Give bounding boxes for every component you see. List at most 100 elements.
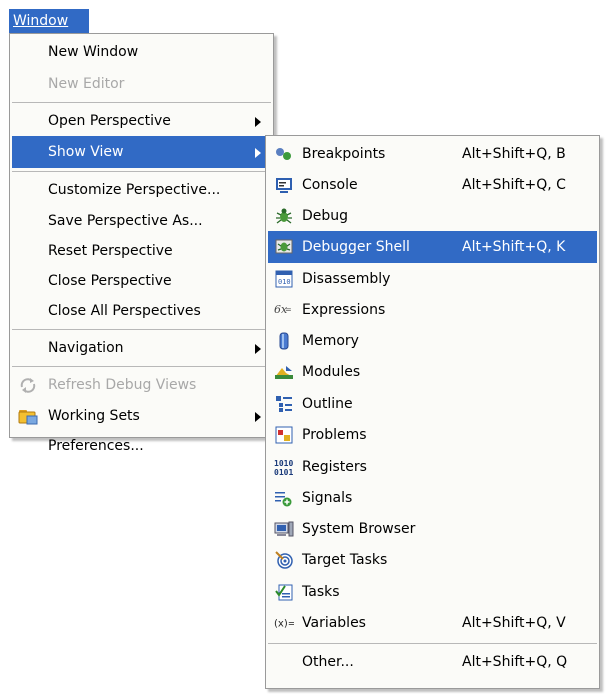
show-view-submenu: Breakpoints Alt+Shift+Q, B Console Alt+S… [265,135,600,689]
debug-icon [274,206,294,226]
view-item-label: Memory [302,333,359,349]
signals-icon [274,488,294,508]
view-item-label: Disassembly [302,271,391,287]
console-icon [274,175,294,195]
menu-item-refresh-debug-views: Refresh Debug Views [12,369,271,401]
view-item-breakpoints[interactable]: Breakpoints Alt+Shift+Q, B [268,138,597,170]
menu-item-label: Save Perspective As... [48,213,203,229]
menu-item-preferences[interactable]: Preferences... [12,430,271,462]
folder-icon [18,406,38,426]
tasks-icon [274,582,294,602]
shortcut-label: Alt+Shift+Q, Q [462,654,568,670]
menu-separator [12,329,271,330]
shortcut-label: Alt+Shift+Q, K [462,239,566,255]
menu-item-open-perspective[interactable]: Open Perspective [12,105,271,137]
view-item-label: System Browser [302,521,416,537]
menu-item-navigation[interactable]: Navigation [12,332,271,364]
view-item-modules[interactable]: Modules [268,356,597,388]
view-item-registers[interactable]: 1010 0101 Registers [268,451,597,483]
svg-text:1010: 1010 [274,459,293,468]
breakpoints-icon [274,144,294,164]
shortcut-label: Alt+Shift+Q, B [462,146,566,162]
view-item-debugger-shell[interactable]: Debugger Shell Alt+Shift+Q, K [268,231,597,263]
view-item-label: Variables [302,615,366,631]
submenu-arrow-icon [255,148,261,158]
menu-item-label: Close All Perspectives [48,303,201,319]
menu-item-working-sets[interactable]: Working Sets [12,400,271,432]
disassembly-icon: 010 [274,269,294,289]
view-item-target-tasks[interactable]: Target Tasks [268,544,597,576]
menu-separator [268,643,597,644]
menu-item-save-perspective-as[interactable]: Save Perspective As... [12,205,271,237]
view-item-expressions[interactable]: 6x = Expressions [268,294,597,326]
view-item-label: Target Tasks [302,552,388,568]
target-tasks-icon [274,550,294,570]
view-item-problems[interactable]: Problems [268,419,597,451]
variables-icon: (x)= [274,613,294,633]
window-menu-label: Window [13,13,69,29]
menu-separator [12,171,271,172]
menu-item-label: Reset Perspective [48,243,173,259]
view-item-debug[interactable]: Debug [268,200,597,232]
view-item-label: Problems [302,427,367,443]
view-item-label: Expressions [302,302,386,318]
view-item-label: Other... [302,654,354,670]
menu-item-customize-perspective[interactable]: Customize Perspective... [12,174,271,206]
view-item-tasks[interactable]: Tasks [268,576,597,608]
shortcut-label: Alt+Shift+Q, V [462,615,566,631]
view-item-variables[interactable]: (x)= Variables Alt+Shift+Q, V [268,607,597,639]
outline-icon [274,394,294,414]
refresh-icon [18,375,38,395]
view-item-outline[interactable]: Outline [268,388,597,420]
view-item-label: Modules [302,364,361,380]
view-item-label: Outline [302,396,353,412]
menu-item-new-window[interactable]: New Window [12,36,271,68]
view-item-console[interactable]: Console Alt+Shift+Q, C [268,169,597,201]
svg-text:0101: 0101 [274,468,293,476]
view-item-signals[interactable]: Signals [268,482,597,514]
submenu-arrow-icon [255,117,261,127]
menu-separator [12,102,271,103]
menu-item-label: Close Perspective [48,273,172,289]
view-item-disassembly[interactable]: 010 Disassembly [268,263,597,295]
menu-item-close-all-perspectives[interactable]: Close All Perspectives [12,295,271,327]
registers-icon: 1010 0101 [274,457,294,477]
menu-item-label: Show View [48,144,124,160]
menu-item-label: Preferences... [48,438,144,454]
menu-item-new-editor: New Editor [12,68,271,100]
menu-item-label: Open Perspective [48,113,171,129]
view-item-label: Debugger Shell [302,239,410,255]
view-item-label: Breakpoints [302,146,386,162]
memory-icon [274,331,294,351]
menu-item-reset-perspective[interactable]: Reset Perspective [12,235,271,267]
view-item-label: Tasks [302,584,340,600]
menu-item-label: Working Sets [48,408,140,424]
view-item-label: Console [302,177,358,193]
modules-icon [274,362,294,382]
system-browser-icon [274,519,294,539]
debugger-shell-icon [274,237,294,257]
menu-item-label: Navigation [48,340,124,356]
menu-item-label: New Editor [48,76,125,92]
window-menu[interactable]: Window [9,9,89,33]
svg-text:=: = [285,305,292,314]
menu-item-label: Customize Perspective... [48,182,221,198]
menu-item-close-perspective[interactable]: Close Perspective [12,265,271,297]
submenu-arrow-icon [255,412,261,422]
svg-text:010: 010 [278,278,291,286]
menu-separator [12,366,271,367]
view-item-label: Signals [302,490,353,506]
problems-icon [274,425,294,445]
view-item-memory[interactable]: Memory [268,325,597,357]
menu-item-label: New Window [48,44,139,60]
menu-item-show-view[interactable]: Show View [12,136,271,168]
svg-text:(x)=: (x)= [274,619,294,630]
expressions-icon: 6x = [274,300,294,320]
view-item-system-browser[interactable]: System Browser [268,513,597,545]
view-item-label: Debug [302,208,349,224]
submenu-arrow-icon [255,344,261,354]
menu-item-label: Refresh Debug Views [48,377,197,393]
view-item-other[interactable]: Other... Alt+Shift+Q, Q [268,646,597,678]
view-item-label: Registers [302,459,367,475]
window-dropdown-menu: New Window New Editor Open Perspective S… [9,33,274,454]
